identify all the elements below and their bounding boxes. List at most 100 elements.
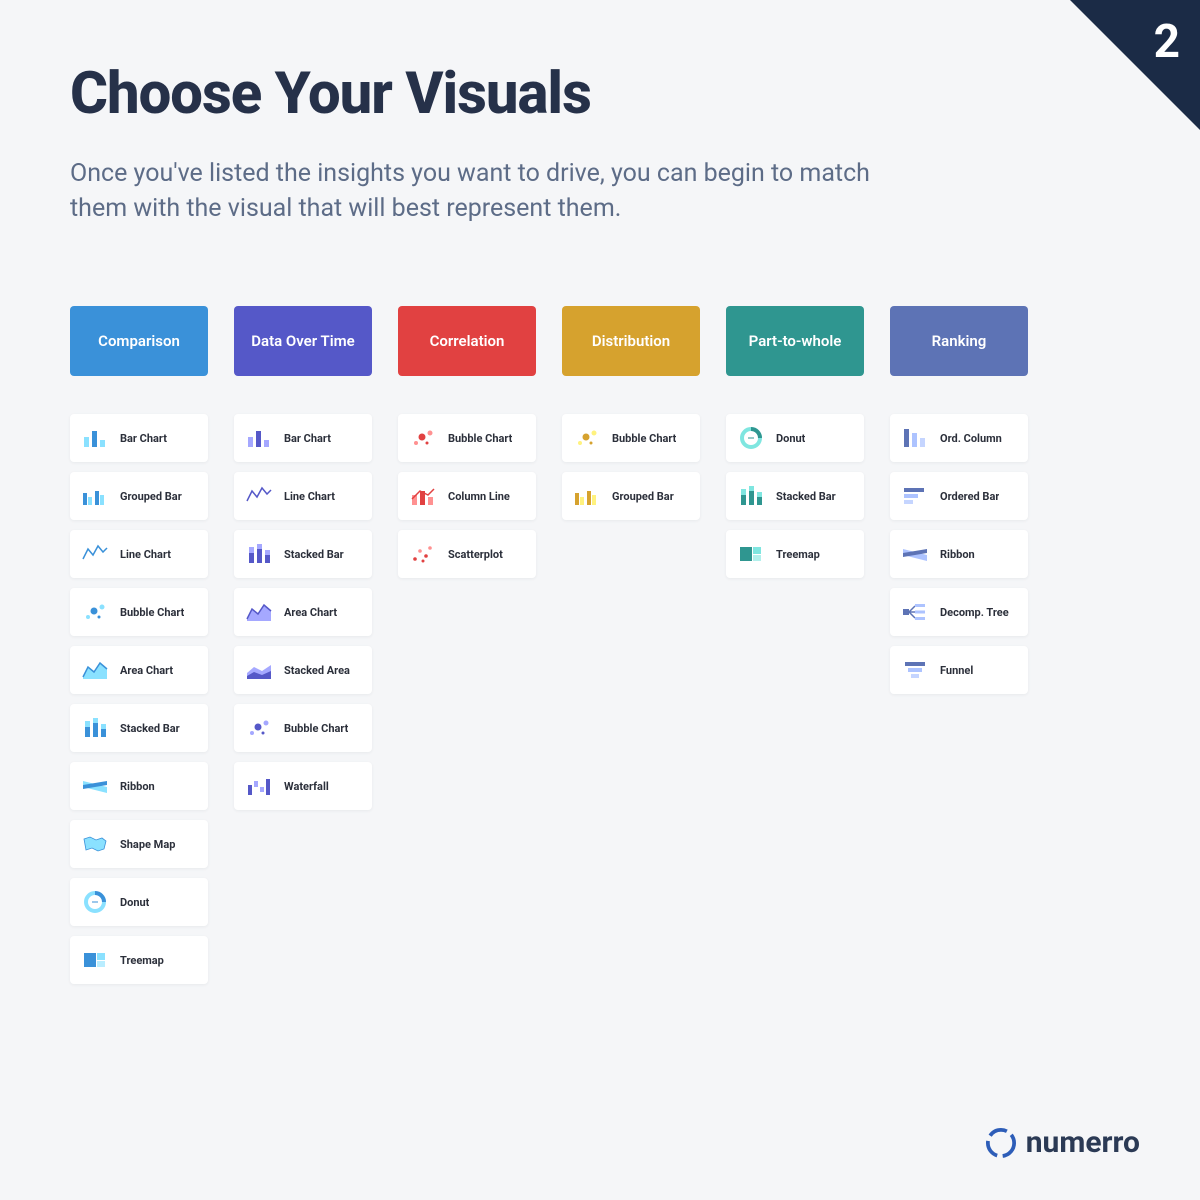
scatter-icon: [408, 539, 438, 569]
chart-type-label: Area Chart: [284, 606, 337, 619]
chart-type-label: Decomp. Tree: [940, 606, 1009, 619]
bar-icon: [80, 423, 110, 453]
chart-type-label: Bar Chart: [284, 432, 331, 445]
chart-type-card[interactable]: Grouped Bar: [70, 472, 208, 520]
ribbon-icon: [900, 539, 930, 569]
chart-type-card[interactable]: Stacked Area: [234, 646, 372, 694]
category-column: Correlation Bubble Chart Column Line Scatte…: [398, 306, 536, 984]
bubble-icon: [80, 597, 110, 627]
chart-type-label: Area Chart: [120, 664, 173, 677]
category-column: Distribution Bubble Chart Grouped Bar: [562, 306, 700, 984]
chart-type-label: Stacked Bar: [120, 722, 180, 735]
chart-type-card[interactable]: Bubble Chart: [70, 588, 208, 636]
decomp-tree-icon: [900, 597, 930, 627]
column-line-icon: [408, 481, 438, 511]
chart-type-label: Donut: [120, 896, 149, 909]
chart-type-card[interactable]: Bar Chart: [70, 414, 208, 462]
stacked-bar-icon: [244, 539, 274, 569]
chart-type-label: Stacked Bar: [776, 490, 836, 503]
chart-type-label: Treemap: [120, 954, 164, 967]
chart-type-card[interactable]: Decomp. Tree: [890, 588, 1028, 636]
area-icon: [80, 655, 110, 685]
chart-type-label: Ordered Bar: [940, 490, 999, 503]
page-number-badge: 2: [1070, 0, 1200, 130]
chart-type-label: Stacked Area: [284, 664, 350, 677]
funnel-icon: [900, 655, 930, 685]
chart-type-card[interactable]: Area Chart: [234, 588, 372, 636]
category-header: Part-to-whole: [726, 306, 864, 376]
chart-type-label: Column Line: [448, 490, 510, 503]
chart-type-card[interactable]: Bar Chart: [234, 414, 372, 462]
chart-type-label: Stacked Bar: [284, 548, 344, 561]
chart-type-label: Line Chart: [120, 548, 171, 561]
chart-type-label: Bubble Chart: [284, 722, 348, 735]
grouped-bar-icon: [80, 481, 110, 511]
chart-type-card[interactable]: Shape Map: [70, 820, 208, 868]
treemap-icon: [80, 945, 110, 975]
chart-type-card[interactable]: Funnel: [890, 646, 1028, 694]
chart-type-card[interactable]: Waterfall: [234, 762, 372, 810]
stacked-bar-icon: [736, 481, 766, 511]
brand-logo: numerro: [986, 1125, 1140, 1160]
chart-type-card[interactable]: Stacked Bar: [726, 472, 864, 520]
page-subtitle: Once you've listed the insights you want…: [70, 156, 890, 226]
chart-type-card[interactable]: Donut: [726, 414, 864, 462]
bubble-icon: [408, 423, 438, 453]
chart-type-label: Donut: [776, 432, 805, 445]
chart-type-label: Bubble Chart: [612, 432, 676, 445]
chart-type-card[interactable]: Ribbon: [890, 530, 1028, 578]
bubble-icon: [572, 423, 602, 453]
chart-type-card[interactable]: Bubble Chart: [234, 704, 372, 752]
page-title: Choose Your Visuals: [70, 60, 1130, 128]
chart-type-card[interactable]: Scatterplot: [398, 530, 536, 578]
chart-type-label: Grouped Bar: [120, 490, 182, 503]
chart-type-card[interactable]: Grouped Bar: [562, 472, 700, 520]
waterfall-icon: [244, 771, 274, 801]
category-column: Comparison Bar Chart Grouped Bar Line Chart…: [70, 306, 208, 984]
chart-type-card[interactable]: Bubble Chart: [398, 414, 536, 462]
chart-type-label: Ord. Column: [940, 432, 1002, 445]
chart-type-card[interactable]: Ribbon: [70, 762, 208, 810]
chart-type-card[interactable]: Column Line: [398, 472, 536, 520]
chart-type-label: Grouped Bar: [612, 490, 674, 503]
category-header: Ranking: [890, 306, 1028, 376]
chart-type-card[interactable]: Line Chart: [234, 472, 372, 520]
line-icon: [80, 539, 110, 569]
donut-icon: [736, 423, 766, 453]
chart-type-label: Bubble Chart: [120, 606, 184, 619]
chart-type-card[interactable]: Line Chart: [70, 530, 208, 578]
category-header: Distribution: [562, 306, 700, 376]
chart-type-card[interactable]: Bubble Chart: [562, 414, 700, 462]
bubble-icon: [244, 713, 274, 743]
ribbon-icon: [80, 771, 110, 801]
chart-type-card[interactable]: Ordered Bar: [890, 472, 1028, 520]
chart-type-label: Line Chart: [284, 490, 335, 503]
chart-type-card[interactable]: Donut: [70, 878, 208, 926]
map-icon: [80, 829, 110, 859]
category-column: Data Over Time Bar Chart Line Chart Stacked…: [234, 306, 372, 984]
brand-icon: [986, 1128, 1016, 1158]
chart-type-label: Bar Chart: [120, 432, 167, 445]
treemap-icon: [736, 539, 766, 569]
chart-type-label: Bubble Chart: [448, 432, 512, 445]
stacked-bar-icon: [80, 713, 110, 743]
chart-type-card[interactable]: Treemap: [70, 936, 208, 984]
chart-type-card[interactable]: Stacked Bar: [70, 704, 208, 752]
grouped-bar-icon: [572, 481, 602, 511]
category-header: Comparison: [70, 306, 208, 376]
chart-type-label: Ribbon: [940, 548, 975, 561]
chart-type-card[interactable]: Ord. Column: [890, 414, 1028, 462]
chart-type-card[interactable]: Treemap: [726, 530, 864, 578]
chart-type-label: Funnel: [940, 664, 973, 677]
category-grid: Comparison Bar Chart Grouped Bar Line Chart…: [70, 306, 1130, 984]
chart-type-label: Shape Map: [120, 838, 175, 851]
category-header: Correlation: [398, 306, 536, 376]
ord-column-icon: [900, 423, 930, 453]
ordered-bar-icon: [900, 481, 930, 511]
chart-type-card[interactable]: Stacked Bar: [234, 530, 372, 578]
category-column: Part-to-whole Donut Stacked Bar Treemap: [726, 306, 864, 984]
category-header: Data Over Time: [234, 306, 372, 376]
area-icon: [244, 597, 274, 627]
chart-type-card[interactable]: Area Chart: [70, 646, 208, 694]
chart-type-label: Waterfall: [284, 780, 329, 793]
